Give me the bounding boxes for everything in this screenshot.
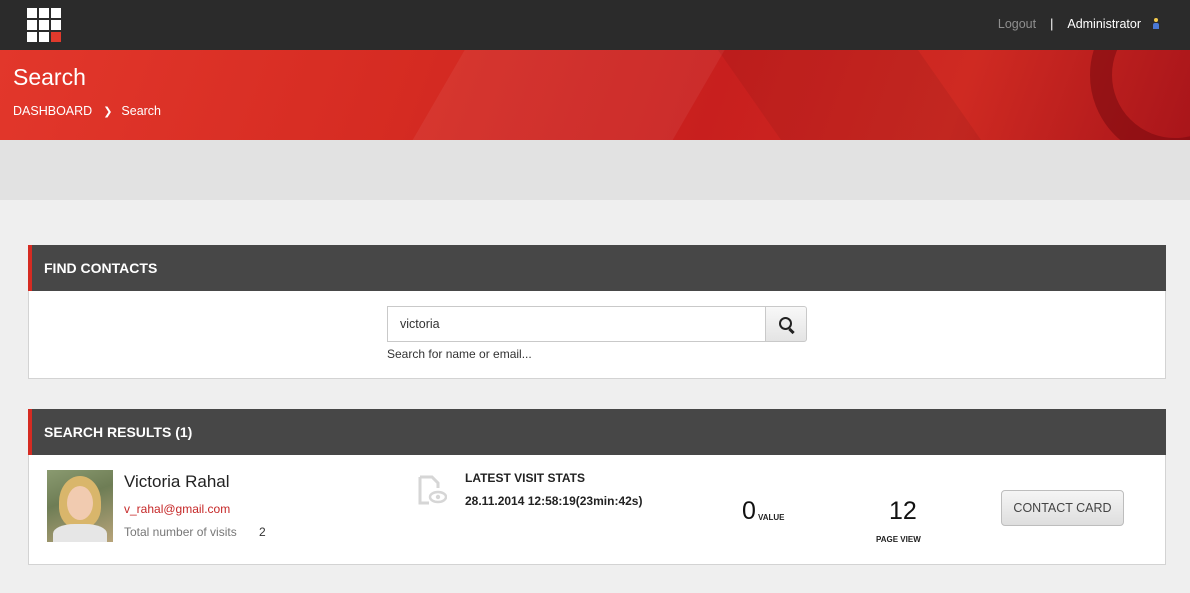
find-contacts-panel: Search for name or email... [28, 291, 1166, 379]
banner-decoration [703, 50, 1017, 140]
logout-link[interactable]: Logout [998, 17, 1036, 31]
app-grid-icon[interactable] [27, 8, 61, 42]
nav-separator: | [1050, 17, 1054, 31]
page-title: Search [13, 64, 86, 90]
page-view-number: 12 [889, 497, 917, 525]
value-number: 0 [742, 497, 756, 525]
search-help-text: Search for name or email... [387, 347, 532, 361]
chevron-right-icon: ❯ [103, 105, 113, 118]
document-eye-icon [418, 475, 447, 505]
avatar[interactable] [47, 470, 113, 542]
visits-count: 2 [259, 525, 266, 539]
user-icon[interactable] [1152, 17, 1160, 31]
search-icon [779, 317, 792, 330]
sub-toolbar [0, 140, 1190, 200]
find-contacts-header: FIND CONTACTS [28, 245, 1166, 291]
latest-visit-time: 28.11.2014 12:58:19(23min:42s) [465, 494, 643, 508]
contact-card-button[interactable]: CONTACT CARD [1001, 490, 1124, 526]
banner-swirl [1090, 50, 1190, 140]
breadcrumb-dashboard[interactable]: DASHBOARD [13, 104, 92, 118]
contact-email-link[interactable]: v_rahal@gmail.com [124, 502, 230, 516]
search-input[interactable] [387, 306, 766, 342]
user-name[interactable]: Administrator [1067, 17, 1141, 31]
top-navbar: Logout | Administrator [0, 0, 1190, 50]
search-group [387, 306, 807, 342]
search-button[interactable] [765, 306, 807, 342]
banner-decoration [383, 50, 737, 140]
latest-visit-title: LATEST VISIT STATS [465, 471, 585, 485]
contact-name[interactable]: Victoria Rahal [124, 472, 230, 492]
visits-label: Total number of visits [124, 525, 237, 539]
page-banner: Search DASHBOARD ❯ Search [0, 50, 1190, 140]
search-results-panel: Victoria Rahal v_rahal@gmail.com Total n… [28, 455, 1166, 565]
breadcrumb-current: Search [121, 104, 162, 118]
user-menu: Logout | Administrator [998, 17, 1160, 31]
search-results-header: SEARCH RESULTS (1) [28, 409, 1166, 455]
breadcrumb: DASHBOARD ❯ Search [13, 104, 161, 118]
value-label: VALUE [758, 513, 785, 522]
page-view-label: PAGE VIEW [876, 535, 921, 544]
